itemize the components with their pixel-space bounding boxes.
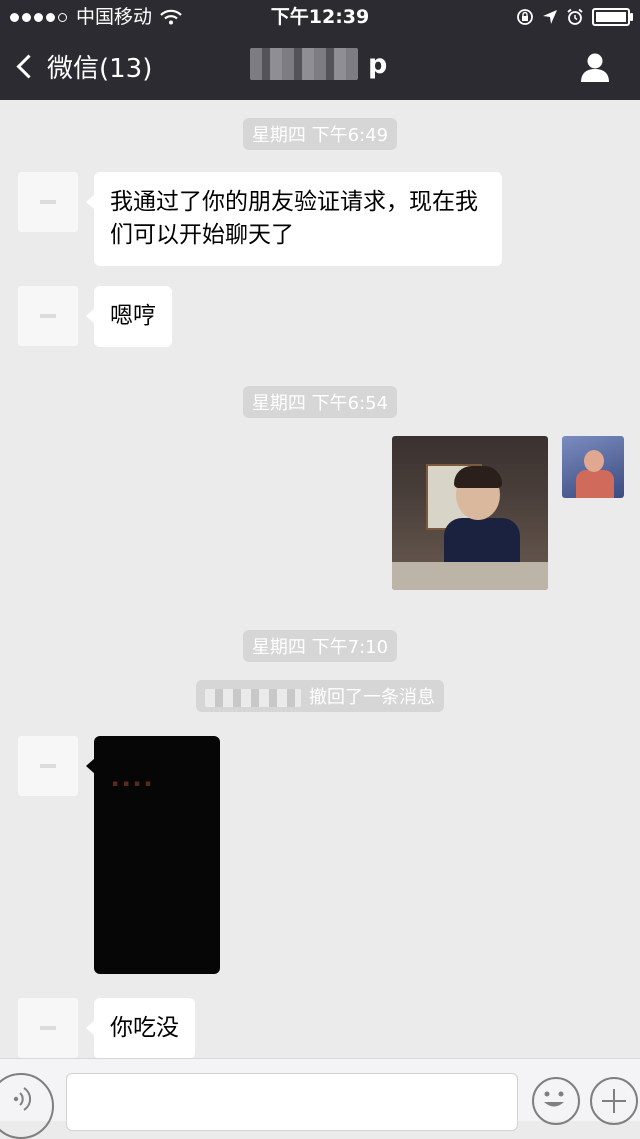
- status-icons: [516, 0, 633, 34]
- video-thumbnail: ▪ ▪ ▪ ▪: [112, 779, 152, 789]
- message-text: 嗯哼: [110, 303, 156, 329]
- emoji-icon: [544, 1091, 564, 1107]
- video-message[interactable]: ▪ ▪ ▪ ▪: [86, 736, 220, 974]
- profile-icon[interactable]: [578, 50, 612, 84]
- message-bubble[interactable]: 我通过了你的朋友验证请求，现在我们可以开始聊天了: [86, 172, 502, 266]
- chat-area[interactable]: 星期四 下午6:49 我通过了你的朋友验证请求，现在我们可以开始聊天了 嗯哼 星…: [0, 100, 640, 1059]
- message-text: 我通过了你的朋友验证请求，现在我们可以开始聊天了: [110, 189, 478, 248]
- rotation-lock-icon: [517, 9, 533, 25]
- blurred-name: [250, 48, 358, 80]
- timestamp-text: 星期四 下午6:54: [242, 386, 398, 418]
- voice-icon: [13, 1087, 31, 1111]
- input-bar: [0, 1058, 640, 1139]
- back-label: 微信(13): [47, 54, 153, 84]
- timestamp: 星期四 下午7:10: [0, 630, 640, 662]
- plus-button[interactable]: [590, 1077, 638, 1125]
- title-suffix: p: [368, 48, 388, 80]
- nav-bar: 微信(13) p: [0, 34, 640, 100]
- my-avatar[interactable]: [562, 436, 624, 498]
- status-bar: 中国移动 下午12:39: [0, 0, 640, 34]
- avatar[interactable]: [18, 286, 78, 346]
- message-input[interactable]: [66, 1073, 518, 1131]
- message-text: 你吃没: [110, 1015, 179, 1041]
- recall-text: 撤回了一条消息: [309, 687, 435, 708]
- blurred-name: [205, 689, 301, 707]
- voice-button[interactable]: [0, 1073, 54, 1139]
- timestamp: 星期四 下午6:54: [0, 386, 640, 418]
- battery-icon: [592, 8, 633, 26]
- timestamp-text: 星期四 下午6:49: [242, 118, 398, 150]
- message-bubble[interactable]: 嗯哼: [86, 286, 172, 347]
- timestamp-text: 星期四 下午7:10: [242, 630, 398, 662]
- avatar[interactable]: [18, 736, 78, 796]
- emoji-button[interactable]: [532, 1077, 580, 1125]
- alarm-icon: [567, 8, 583, 25]
- back-button[interactable]: 微信(13): [16, 48, 153, 85]
- message-bubble[interactable]: 你吃没: [86, 998, 195, 1059]
- chevron-left-icon: [16, 54, 41, 79]
- top-bar: 中国移动 下午12:39 微信(13) p: [0, 0, 640, 100]
- photo-message[interactable]: [392, 436, 548, 590]
- location-icon: [543, 10, 557, 24]
- avatar[interactable]: [18, 998, 78, 1058]
- avatar[interactable]: [18, 172, 78, 232]
- chat-title: p: [250, 48, 387, 80]
- recall-notice: 撤回了一条消息: [0, 680, 640, 712]
- timestamp: 星期四 下午6:49: [0, 118, 640, 150]
